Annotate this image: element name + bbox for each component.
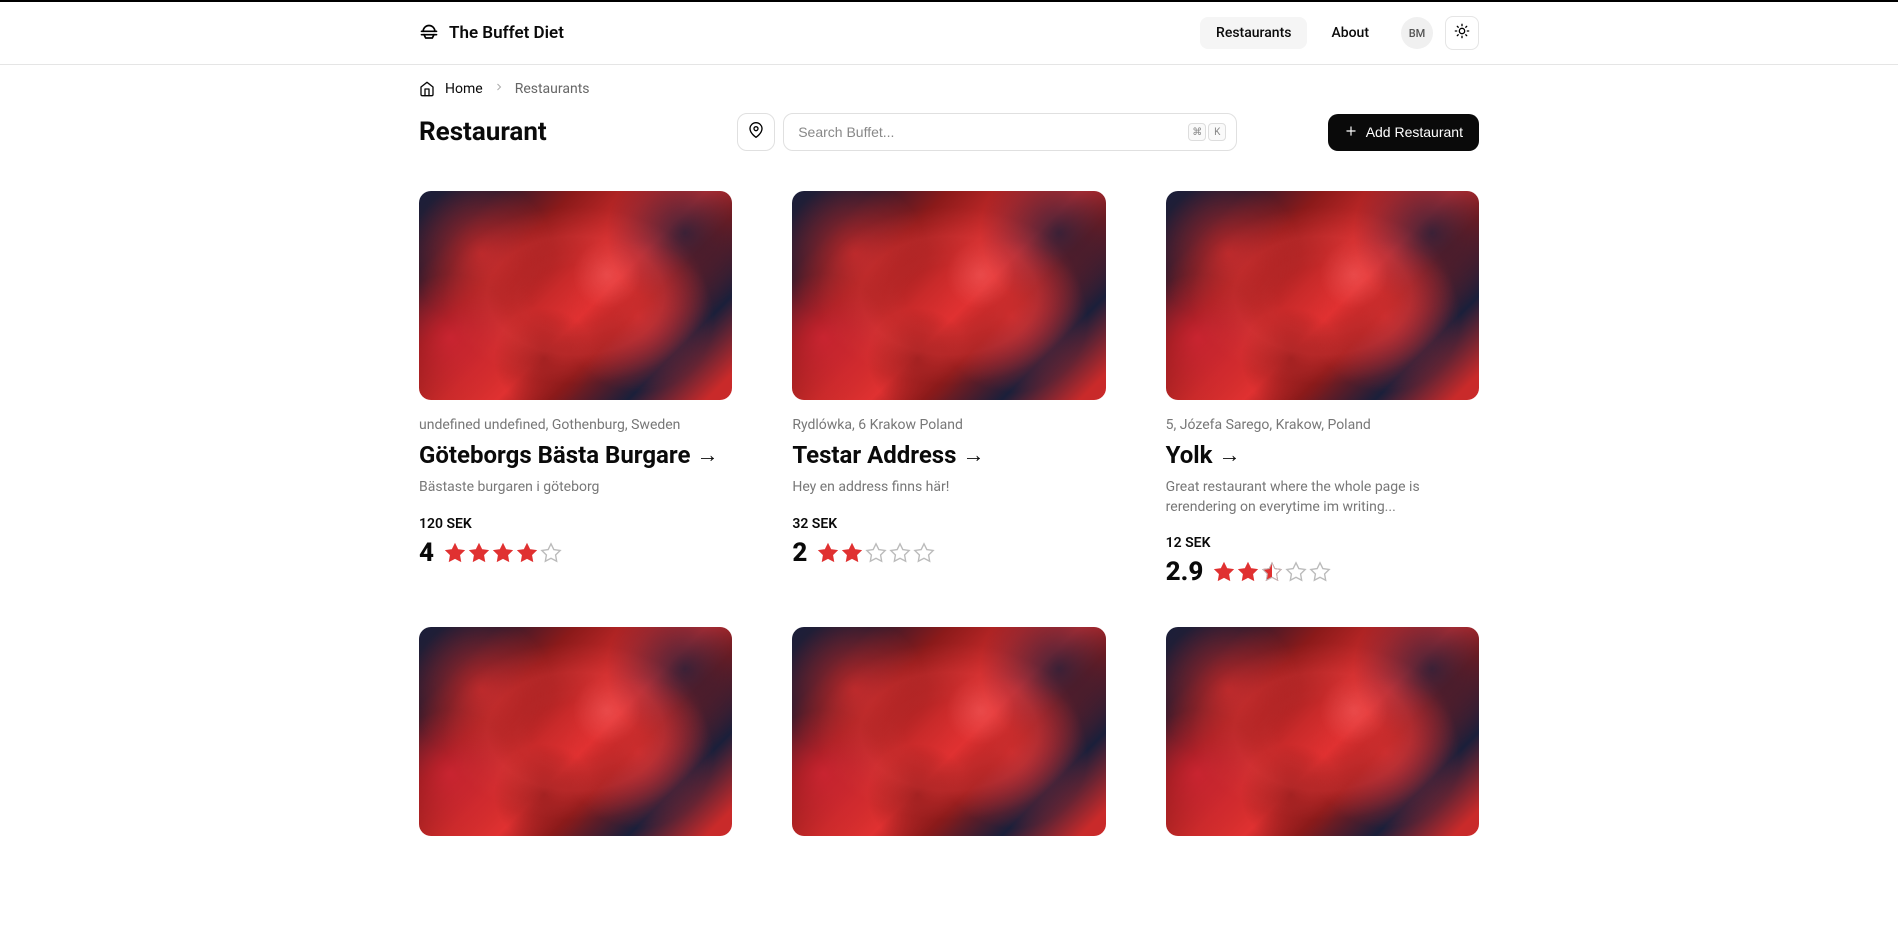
restaurant-description: Bästaste burgaren i göteborg [419, 478, 732, 498]
logo[interactable]: The Buffet Diet [419, 23, 564, 43]
breadcrumb-home[interactable]: Home [445, 81, 483, 97]
sun-icon [1454, 23, 1470, 43]
star-icon [889, 542, 911, 564]
star-icon [1213, 561, 1235, 583]
arrow-right-icon: → [1218, 443, 1240, 469]
star-icon [1237, 561, 1259, 583]
breadcrumb-restaurants[interactable]: Restaurants [515, 81, 590, 97]
star-icon [1309, 561, 1331, 583]
restaurant-grid: undefined undefined, Gothenburg, Sweden … [419, 191, 1479, 852]
restaurant-image[interactable] [792, 191, 1105, 400]
star-icon [1261, 561, 1283, 583]
rating-number: 4 [419, 538, 434, 568]
search-group: ⌘ K [737, 113, 1237, 151]
restaurant-rating: 2.9 [1166, 557, 1479, 587]
restaurant-address: 5, Józefa Sarego, Krakow, Poland [1166, 416, 1479, 436]
arrow-right-icon: → [696, 443, 718, 469]
plus-icon [1344, 124, 1358, 141]
kbd-cmd: ⌘ [1188, 123, 1206, 141]
theme-toggle-button[interactable] [1445, 16, 1479, 50]
star-icon [817, 542, 839, 564]
restaurant-image[interactable] [419, 191, 732, 400]
nav-group: Restaurants About BM [1200, 16, 1479, 50]
star-icon [865, 542, 887, 564]
page-header: Restaurant ⌘ K [419, 113, 1479, 151]
restaurant-title[interactable]: Testar Address → [792, 441, 1105, 470]
star-icon [913, 542, 935, 564]
rating-number: 2 [792, 538, 807, 568]
pin-icon [748, 122, 764, 142]
add-button-label: Add Restaurant [1366, 124, 1463, 140]
restaurant-card [419, 627, 732, 852]
restaurant-card: 5, Józefa Sarego, Krakow, Poland Yolk → … [1166, 191, 1479, 587]
restaurant-card: Rydlówka, 6 Krakow Poland Testar Address… [792, 191, 1105, 587]
restaurant-title[interactable]: Yolk → [1166, 441, 1479, 470]
restaurant-card [792, 627, 1105, 852]
restaurant-image[interactable] [1166, 191, 1479, 400]
arrow-right-icon: → [962, 443, 984, 469]
star-icon [516, 542, 538, 564]
star-icon [492, 542, 514, 564]
search-box[interactable]: ⌘ K [783, 113, 1237, 151]
chevron-right-icon [493, 81, 505, 97]
stars [444, 542, 562, 564]
main-container: Home Restaurants Restaurant ⌘ K [399, 65, 1499, 852]
restaurant-card: undefined undefined, Gothenburg, Sweden … [419, 191, 732, 587]
page-title: Restaurant [419, 117, 547, 147]
restaurant-image[interactable] [1166, 627, 1479, 836]
kbd-k: K [1208, 123, 1226, 141]
logo-icon [419, 23, 439, 43]
restaurant-image[interactable] [419, 627, 732, 836]
header-inner: The Buffet Diet Restaurants About BM [399, 2, 1499, 64]
breadcrumb: Home Restaurants [419, 65, 1479, 113]
restaurant-image[interactable] [792, 627, 1105, 836]
restaurant-title[interactable]: Göteborgs Bästa Burgare → [419, 441, 732, 470]
header: The Buffet Diet Restaurants About BM [0, 2, 1898, 65]
logo-text: The Buffet Diet [449, 23, 564, 43]
stars [817, 542, 935, 564]
restaurant-address: Rydlówka, 6 Krakow Poland [792, 416, 1105, 436]
nav-about[interactable]: About [1315, 17, 1385, 49]
nav-restaurants[interactable]: Restaurants [1200, 17, 1307, 49]
location-button[interactable] [737, 113, 775, 151]
restaurant-address: undefined undefined, Gothenburg, Sweden [419, 416, 732, 436]
kbd-shortcut: ⌘ K [1188, 123, 1226, 141]
rating-number: 2.9 [1166, 557, 1204, 587]
star-icon [841, 542, 863, 564]
restaurant-price: 32 SEK [792, 516, 1105, 532]
home-icon[interactable] [419, 81, 435, 97]
restaurant-rating: 2 [792, 538, 1105, 568]
star-icon [468, 542, 490, 564]
restaurant-price: 120 SEK [419, 516, 732, 532]
star-icon [444, 542, 466, 564]
restaurant-price: 12 SEK [1166, 535, 1479, 551]
restaurant-rating: 4 [419, 538, 732, 568]
add-restaurant-button[interactable]: Add Restaurant [1328, 114, 1479, 151]
star-icon [540, 542, 562, 564]
stars [1213, 561, 1331, 583]
avatar[interactable]: BM [1401, 17, 1433, 49]
restaurant-description: Hey en address finns här! [792, 478, 1105, 498]
search-input[interactable] [798, 124, 1180, 140]
star-icon [1285, 561, 1307, 583]
restaurant-card [1166, 627, 1479, 852]
restaurant-description: Great restaurant where the whole page is… [1166, 478, 1479, 517]
